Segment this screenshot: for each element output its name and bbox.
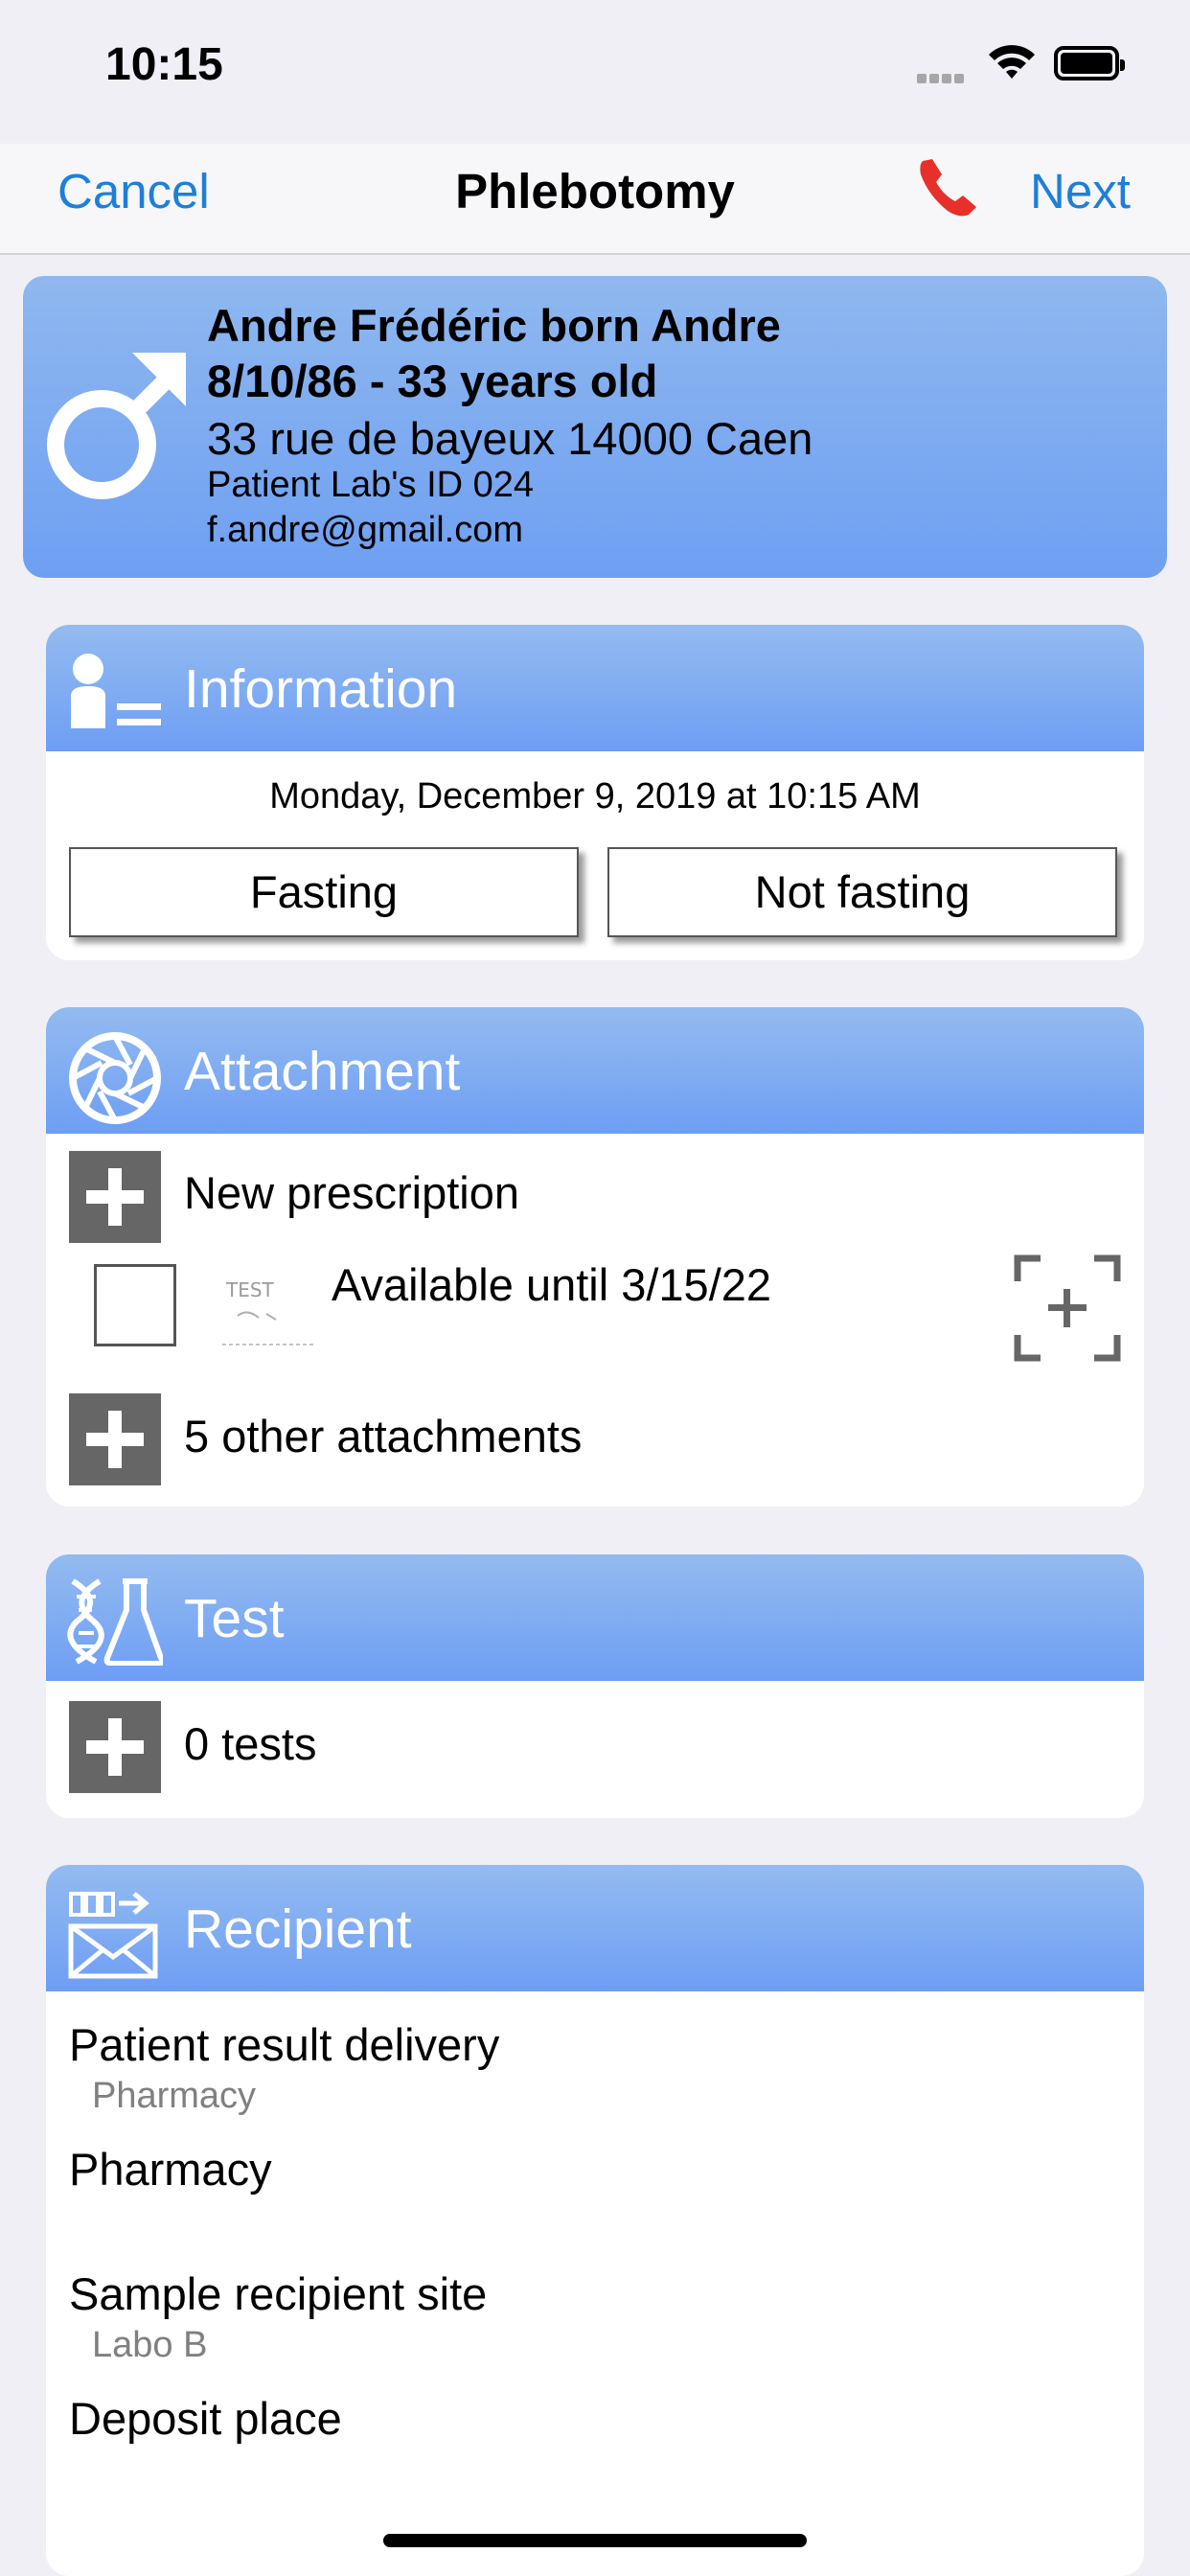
deposit-place-label[interactable]: Deposit place: [69, 2392, 342, 2445]
fasting-button[interactable]: Fasting: [69, 847, 579, 937]
attachment-title: Attachment: [184, 1041, 461, 1102]
mail-send-icon: [67, 1888, 163, 1985]
information-header: Information: [46, 625, 1144, 751]
page-title: Phlebotomy: [455, 164, 735, 218]
recipient-title: Recipient: [184, 1898, 412, 1960]
thumbnail-text: TEST: [225, 1278, 275, 1301]
status-time: 10:15: [105, 39, 223, 90]
information-title: Information: [184, 658, 458, 720]
person-list-icon: [67, 648, 169, 733]
add-test-plus-icon[interactable]: [69, 1701, 161, 1793]
add-attachment-plus-icon[interactable]: [69, 1393, 161, 1485]
attachment-section: Attachment New prescription TEST Availab…: [46, 1007, 1144, 1506]
next-button[interactable]: Next: [1030, 163, 1131, 219]
new-prescription-label[interactable]: New prescription: [184, 1166, 519, 1219]
sample-recipient-site-label[interactable]: Sample recipient site: [69, 2267, 487, 2320]
attachment-header: Attachment: [46, 1007, 1144, 1134]
home-indicator: [383, 2534, 807, 2547]
patient-address: 33 rue de bayeux 14000 Caen: [207, 413, 813, 464]
test-section: Test 0 tests: [46, 1554, 1144, 1818]
available-until-label: Available until 3/15/22: [332, 1259, 772, 1310]
scan-add-icon[interactable]: [1014, 1254, 1121, 1367]
recipient-section: Recipient Patient result delivery Pharma…: [46, 1865, 1144, 2576]
wifi-icon: [987, 42, 1037, 85]
test-title: Test: [184, 1588, 285, 1649]
appointment-datetime[interactable]: Monday, December 9, 2019 at 10:15 AM: [46, 776, 1144, 817]
prescription-thumbnail[interactable]: TEST: [209, 1258, 333, 1350]
aperture-icon: [67, 1030, 163, 1131]
patient-lab-id: Patient Lab's ID 024: [207, 465, 535, 505]
not-fasting-button[interactable]: Not fasting: [607, 847, 1117, 937]
patient-result-delivery-label[interactable]: Patient result delivery: [69, 2018, 499, 2071]
information-section: Information Monday, December 9, 2019 at …: [46, 625, 1144, 960]
recipient-header: Recipient: [46, 1865, 1144, 1991]
pharmacy-label[interactable]: Pharmacy: [69, 2143, 272, 2196]
add-prescription-plus-icon[interactable]: [69, 1151, 161, 1243]
patient-email: f.andre@gmail.com: [207, 510, 524, 550]
other-attachments-label[interactable]: 5 other attachments: [184, 1410, 582, 1462]
patient-name: Andre Frédéric born Andre: [207, 300, 781, 351]
dna-flask-icon: [67, 1577, 166, 1670]
male-symbol-icon: [42, 353, 186, 511]
patient-dob-age: 8/10/86 - 33 years old: [207, 356, 658, 406]
test-header: Test: [46, 1554, 1144, 1681]
attachment-checkbox[interactable]: [94, 1264, 176, 1346]
phone-icon[interactable]: [915, 155, 980, 225]
patient-result-delivery-value: Pharmacy: [92, 2076, 257, 2116]
battery-icon: [1054, 46, 1125, 80]
cellular-signal-icon: [917, 71, 967, 88]
tests-count-label[interactable]: 0 tests: [184, 1717, 316, 1770]
sample-recipient-site-value: Labo B: [92, 2325, 208, 2365]
